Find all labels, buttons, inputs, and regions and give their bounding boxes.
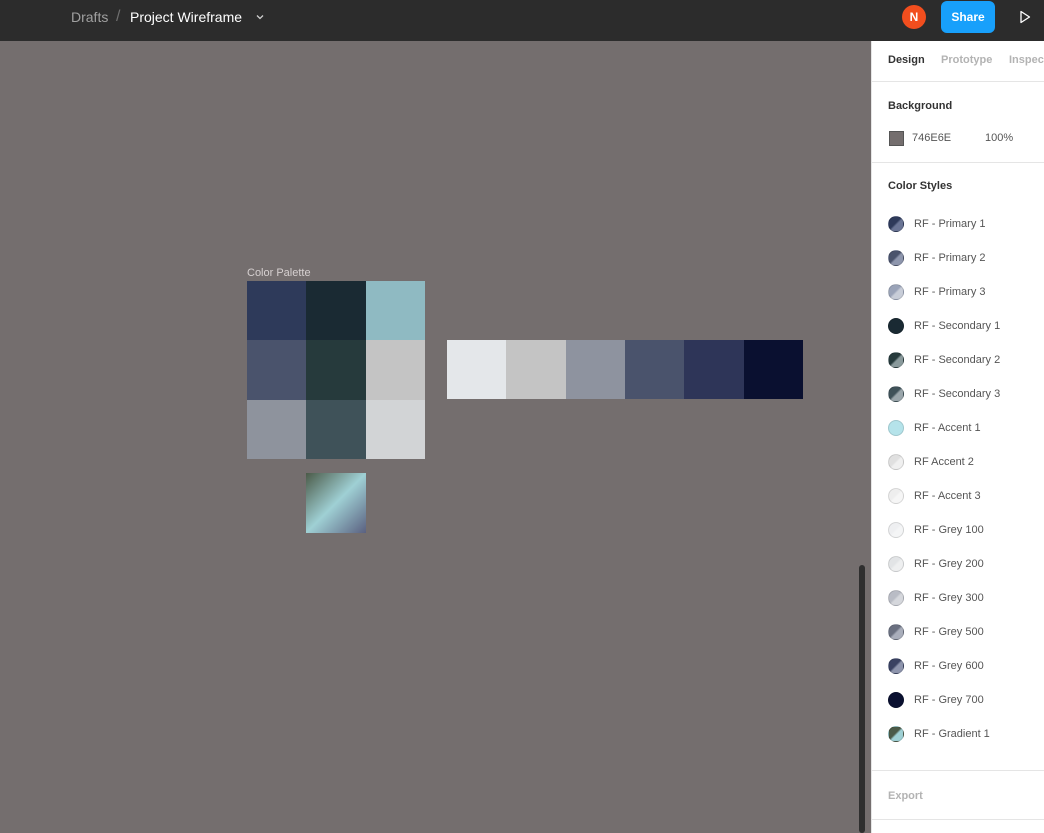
color-style-label: RF - Grey 200 (914, 558, 984, 570)
color-style-swatch (888, 522, 904, 538)
color-style-swatch (888, 556, 904, 572)
palette-swatch[interactable] (247, 340, 307, 400)
background-color-swatch[interactable] (889, 131, 904, 146)
strip-swatch[interactable] (506, 340, 566, 399)
color-style-label: RF - Grey 500 (914, 626, 984, 638)
color-style-item[interactable]: RF - Grey 600 (888, 656, 1038, 676)
color-style-item[interactable]: RF - Grey 100 (888, 520, 1038, 540)
strip-swatch[interactable] (565, 340, 625, 399)
strip-swatch[interactable] (624, 340, 685, 399)
color-style-label: RF - Accent 3 (914, 490, 981, 502)
panel-tabs: Design Prototype Inspect (872, 41, 1044, 82)
palette-swatch[interactable] (247, 281, 307, 341)
avatar[interactable]: N (902, 5, 926, 29)
color-style-swatch (888, 658, 904, 674)
color-style-label: RF Accent 2 (914, 456, 974, 468)
play-icon[interactable] (1018, 10, 1032, 24)
tab-design[interactable]: Design (888, 54, 925, 66)
color-style-label: RF - Grey 300 (914, 592, 984, 604)
color-style-item[interactable]: RF - Primary 3 (888, 282, 1038, 302)
color-style-swatch (888, 386, 904, 402)
frame-label[interactable]: Color Palette (247, 267, 311, 279)
color-strip[interactable] (447, 340, 803, 399)
color-style-swatch (888, 352, 904, 368)
color-style-item[interactable]: RF - Gradient 1 (888, 724, 1038, 744)
background-title: Background (888, 100, 953, 112)
palette-swatch[interactable] (365, 281, 425, 341)
properties-panel: Design Prototype Inspect Background 746E… (871, 41, 1044, 833)
color-style-item[interactable]: RF - Accent 3 (888, 486, 1038, 506)
color-style-swatch (888, 624, 904, 640)
color-style-label: RF - Secondary 1 (914, 320, 1001, 332)
color-style-label: RF - Gradient 1 (914, 728, 990, 740)
palette-swatch[interactable] (365, 399, 425, 459)
color-style-item[interactable]: RF - Secondary 3 (888, 384, 1038, 404)
strip-swatch[interactable] (743, 340, 803, 399)
color-style-item[interactable]: RF - Primary 1 (888, 214, 1038, 234)
color-style-item[interactable]: RF - Primary 2 (888, 248, 1038, 268)
divider (872, 770, 1044, 771)
color-style-label: RF - Primary 2 (914, 252, 986, 264)
palette-swatch[interactable] (306, 281, 366, 341)
color-style-label: RF - Primary 1 (914, 218, 986, 230)
breadcrumb-drafts[interactable]: Drafts (71, 9, 108, 25)
color-style-swatch (888, 216, 904, 232)
palette-swatch[interactable] (306, 399, 366, 459)
strip-swatch[interactable] (447, 340, 507, 399)
color-style-label: RF - Accent 1 (914, 422, 981, 434)
color-style-label: RF - Grey 100 (914, 524, 984, 536)
color-style-item[interactable]: RF - Secondary 2 (888, 350, 1038, 370)
color-style-item[interactable]: RF - Grey 200 (888, 554, 1038, 574)
color-style-swatch (888, 692, 904, 708)
color-style-swatch (888, 488, 904, 504)
top-bar: Drafts / Project Wireframe N Share (0, 0, 1044, 41)
color-style-swatch (888, 318, 904, 334)
canvas-scrollbar[interactable] (859, 565, 865, 833)
color-palette-frame[interactable] (247, 281, 425, 459)
export-title[interactable]: Export (888, 790, 923, 802)
breadcrumb-separator: / (116, 8, 121, 25)
palette-swatch[interactable] (306, 340, 366, 400)
color-style-label: RF - Primary 3 (914, 286, 986, 298)
share-button[interactable]: Share (941, 1, 995, 33)
color-styles-title: Color Styles (888, 180, 953, 192)
strip-swatch[interactable] (684, 340, 744, 399)
divider (872, 819, 1044, 820)
color-style-item[interactable]: RF - Accent 1 (888, 418, 1038, 438)
background-opacity[interactable]: 100% (985, 132, 1013, 144)
gradient-swatch[interactable] (306, 473, 366, 533)
palette-swatch[interactable] (247, 399, 307, 459)
color-style-swatch (888, 590, 904, 606)
color-style-swatch (888, 726, 904, 742)
tab-inspect[interactable]: Inspect (1009, 54, 1044, 66)
color-style-item[interactable]: RF - Grey 500 (888, 622, 1038, 642)
palette-swatch[interactable] (365, 340, 425, 400)
file-name[interactable]: Project Wireframe (130, 9, 242, 25)
color-style-swatch (888, 454, 904, 470)
color-style-item[interactable]: RF - Grey 300 (888, 588, 1038, 608)
color-style-label: RF - Grey 700 (914, 694, 984, 706)
color-style-item[interactable]: RF - Secondary 1 (888, 316, 1038, 336)
color-style-swatch (888, 284, 904, 300)
color-style-label: RF - Grey 600 (914, 660, 984, 672)
color-style-label: RF - Secondary 2 (914, 354, 1001, 366)
color-style-swatch (888, 420, 904, 436)
canvas[interactable]: Color Palette (0, 41, 871, 833)
divider (872, 162, 1044, 163)
tab-prototype[interactable]: Prototype (941, 54, 992, 66)
color-style-item[interactable]: RF - Grey 700 (888, 690, 1038, 710)
color-style-swatch (888, 250, 904, 266)
color-style-label: RF - Secondary 3 (914, 388, 1001, 400)
color-style-item[interactable]: RF Accent 2 (888, 452, 1038, 472)
background-hex[interactable]: 746E6E (912, 132, 951, 144)
chevron-down-icon[interactable] (255, 12, 265, 22)
